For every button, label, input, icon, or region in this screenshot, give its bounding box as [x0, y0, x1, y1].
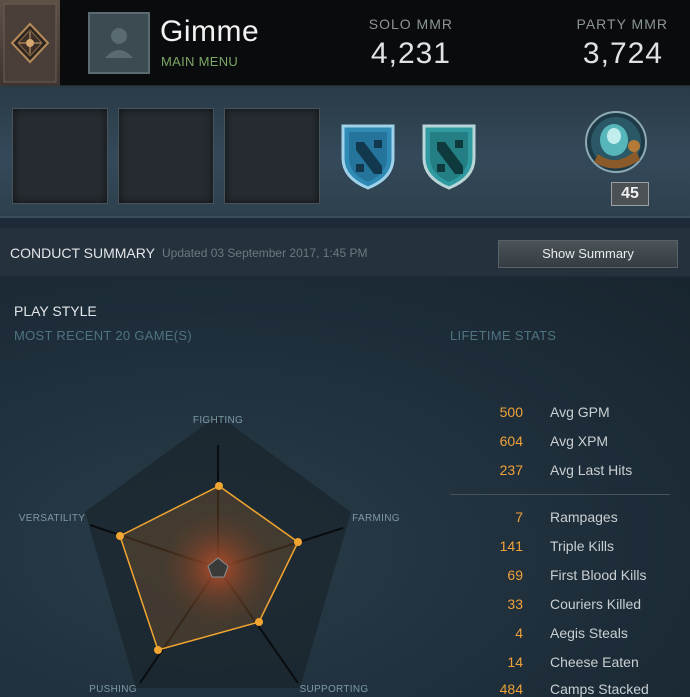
avatar[interactable]	[88, 12, 150, 74]
conduct-summary-bar: CONDUCT SUMMARY Updated 03 September 201…	[0, 228, 690, 276]
stat-row: 237 Avg Last Hits	[450, 462, 680, 482]
stat-label: First Blood Kills	[550, 567, 647, 583]
stat-row: 7 Rampages	[450, 509, 680, 529]
stat-value: 33	[507, 596, 523, 612]
stat-label: Avg XPM	[550, 433, 609, 449]
rank-medal-icon[interactable]	[0, 0, 60, 86]
radar-point-versatility	[116, 532, 124, 540]
stat-value: 69	[507, 567, 523, 583]
stat-row: 14 Cheese Eaten	[450, 654, 680, 674]
badge-showcase: 45	[0, 86, 690, 218]
party-mmr-label: PARTY MMR	[576, 16, 668, 32]
stat-value: 7	[515, 509, 523, 525]
radar-point-fighting	[215, 482, 223, 490]
stat-value: 500	[499, 404, 523, 420]
stat-label: Camps Stacked	[550, 681, 649, 697]
radar-label-pushing: PUSHING	[89, 684, 137, 695]
stat-row: 33 Couriers Killed	[450, 596, 680, 616]
stat-label: Triple Kills	[550, 538, 615, 554]
badge-slot-2[interactable]	[118, 108, 214, 204]
stat-value: 604	[499, 433, 523, 449]
solo-mmr-value: 4,231	[370, 37, 451, 70]
conduct-title: CONDUCT SUMMARY	[10, 245, 155, 261]
stat-label: Avg Last Hits	[550, 462, 633, 478]
play-style-radar-chart: FIGHTING FARMING SUPPORTING PUSHING VERS…	[19, 415, 400, 695]
stat-row: 500 Avg GPM	[450, 404, 680, 424]
radar-point-farming	[294, 538, 302, 546]
radar-point-pushing	[154, 646, 162, 654]
hero-level-badge: 45	[611, 182, 649, 206]
radar-label-versatility: VERSATILITY	[19, 513, 85, 524]
profile-header: Gimme MAIN MENU SOLO MMR 4,231 PARTY MMR…	[0, 0, 690, 86]
stat-label: Aegis Steals	[550, 625, 628, 641]
radar-label-supporting: SUPPORTING	[300, 684, 369, 695]
stat-row: 141 Triple Kills	[450, 538, 680, 558]
player-status: MAIN MENU	[161, 54, 239, 69]
stat-value: 14	[507, 654, 523, 670]
stat-label: Couriers Killed	[550, 596, 642, 612]
stat-label: Cheese Eaten	[550, 654, 639, 670]
solo-mmr-label: SOLO MMR	[368, 16, 453, 32]
stats-divider	[450, 494, 670, 495]
stat-value: 237	[499, 462, 523, 478]
player-name: Gimme	[160, 15, 260, 48]
badge-slot-1[interactable]	[12, 108, 108, 204]
radar-label-farming: FARMING	[352, 513, 400, 524]
stat-row: 484 Camps Stacked	[450, 681, 680, 697]
stat-label: Avg GPM	[550, 404, 610, 420]
conduct-updated: Updated 03 September 2017, 1:45 PM	[162, 246, 368, 260]
stat-row: 4 Aegis Steals	[450, 625, 680, 645]
radar-label-fighting: FIGHTING	[193, 415, 243, 426]
dota-shield-badge-icon[interactable]	[337, 120, 399, 192]
radar-point-supporting	[255, 618, 263, 626]
show-summary-button[interactable]: Show Summary	[498, 240, 678, 268]
dota-shield-badge-icon[interactable]	[418, 120, 480, 192]
stat-value: 141	[499, 538, 523, 554]
stat-row: 604 Avg XPM	[450, 433, 680, 453]
play-style-panel: PLAY STYLE MOST RECENT 20 GAME(S) LIFETI…	[0, 278, 690, 697]
party-mmr-value: 3,724	[582, 37, 663, 70]
hero-level-icon[interactable]	[584, 110, 648, 182]
stat-row: 69 First Blood Kills	[450, 567, 680, 587]
badge-slot-3[interactable]	[224, 108, 320, 204]
stat-value: 4	[515, 625, 523, 641]
stat-label: Rampages	[550, 509, 618, 525]
lifetime-stats-label: LIFETIME STATS	[450, 328, 557, 343]
stat-value: 484	[499, 681, 523, 697]
